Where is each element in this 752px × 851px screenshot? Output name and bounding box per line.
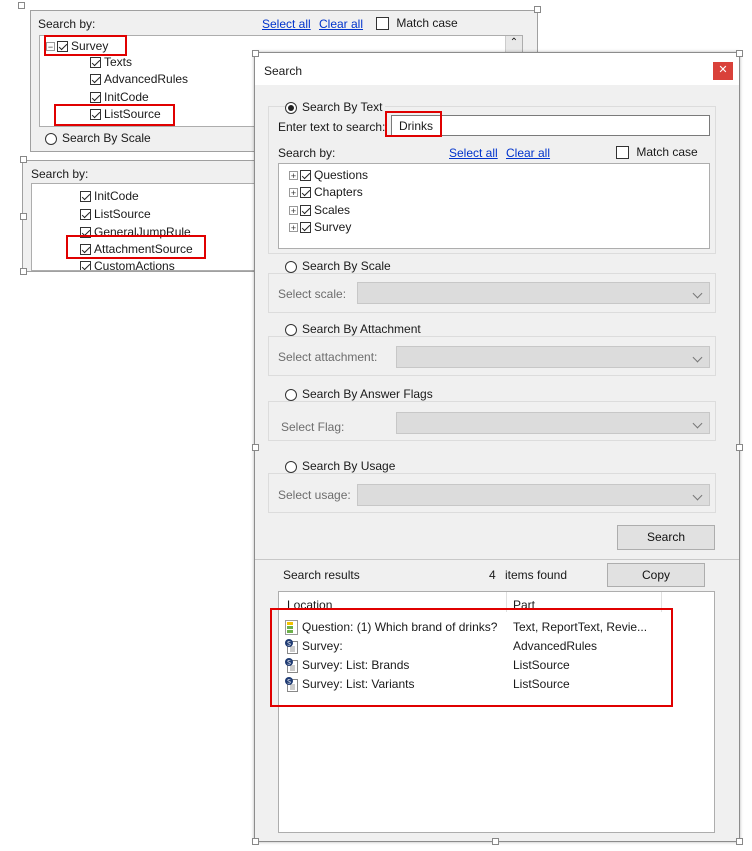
radio-button[interactable] <box>285 101 297 114</box>
radio-button[interactable] <box>285 260 297 273</box>
search-by-usage-radio[interactable]: Search By Usage <box>285 459 399 473</box>
select-all-link[interactable]: Select all <box>449 146 498 160</box>
tree-item-initcode[interactable]: InitCode <box>80 188 139 204</box>
resize-handle[interactable] <box>736 444 743 451</box>
items-found-label: items found <box>505 568 568 582</box>
search-results-label: Search results <box>283 568 360 582</box>
search-by-tree: + Questions + Chapters + Scales + Survey <box>278 163 710 249</box>
select-attachment-label: Select attachment: <box>278 350 378 364</box>
resize-handle[interactable] <box>20 156 27 163</box>
dialog-title: Search <box>264 64 303 78</box>
clear-all-link[interactable]: Clear all <box>319 17 363 31</box>
match-case-checkbox[interactable]: Match case <box>376 16 458 31</box>
tree-item-questions[interactable]: + Questions <box>289 167 368 183</box>
search-by-attachment-label: Search By Attachment <box>302 322 421 336</box>
resize-handle[interactable] <box>736 50 743 57</box>
match-case-checkbox[interactable]: Match case <box>616 145 698 160</box>
checkbox-box[interactable] <box>376 17 389 31</box>
search-by-text-label: Search By Text <box>302 100 383 114</box>
resize-handle[interactable] <box>492 838 499 845</box>
close-icon: ✕ <box>718 64 728 76</box>
radio-button[interactable] <box>285 323 297 336</box>
tree-item-initcode[interactable]: InitCode <box>90 89 149 105</box>
items-count: 4 <box>489 568 496 582</box>
checkbox[interactable] <box>300 205 311 217</box>
expand-icon[interactable]: + <box>289 223 298 233</box>
select-scale-label: Select scale: <box>278 287 347 301</box>
search-by-answer-flags-radio[interactable]: Search By Answer Flags <box>285 387 436 401</box>
search-button[interactable]: Search <box>617 525 715 550</box>
tree-item-scales[interactable]: + Scales <box>289 202 350 218</box>
highlight-results <box>270 608 673 707</box>
tree-item-chapters[interactable]: + Chapters <box>289 184 363 200</box>
search-by-scale-radio[interactable]: Search By Scale <box>285 259 394 273</box>
checkbox[interactable] <box>300 170 311 182</box>
divider <box>255 559 739 560</box>
checkbox[interactable] <box>80 261 91 270</box>
scroll-up-button[interactable]: ⌃ <box>505 36 522 52</box>
resize-handle[interactable] <box>736 838 743 845</box>
search-by-scale-radio[interactable]: Search By Scale <box>45 131 151 145</box>
search-by-text-radio[interactable]: Search By Text <box>285 100 386 114</box>
expand-icon[interactable]: + <box>289 171 298 181</box>
select-attachment-dropdown[interactable] <box>396 346 710 368</box>
search-dialog: Search ✕ Search By Text Enter text to se… <box>254 52 740 842</box>
search-by-label: Search by: <box>278 146 336 160</box>
select-scale-dropdown[interactable] <box>357 282 710 304</box>
checkbox[interactable] <box>80 191 91 203</box>
highlight-listsource <box>54 104 175 126</box>
highlight-survey <box>44 35 127 56</box>
select-flag-label: Select Flag: <box>281 420 345 434</box>
copy-button[interactable]: Copy <box>607 563 705 587</box>
select-usage-dropdown[interactable] <box>357 484 710 506</box>
resize-handle[interactable] <box>252 50 259 57</box>
resize-handle[interactable] <box>20 268 27 275</box>
radio-button[interactable] <box>45 132 57 145</box>
resize-handle[interactable] <box>252 838 259 845</box>
tree-item-advancedrules[interactable]: AdvancedRules <box>90 71 188 87</box>
resize-handle[interactable] <box>534 6 541 13</box>
search-by-answer-flags-label: Search By Answer Flags <box>302 387 433 401</box>
close-button[interactable]: ✕ <box>713 62 733 80</box>
tree-item-listsource[interactable]: ListSource <box>80 206 151 222</box>
checkbox[interactable] <box>300 222 311 234</box>
resize-handle[interactable] <box>252 444 259 451</box>
match-case-label: Match case <box>396 16 458 30</box>
chevron-down-icon <box>692 288 703 299</box>
radio-button[interactable] <box>285 460 297 473</box>
tree-item-texts[interactable]: Texts <box>90 54 132 70</box>
checkbox[interactable] <box>90 92 101 104</box>
checkbox[interactable] <box>90 57 101 69</box>
radio-button[interactable] <box>285 388 297 401</box>
search-by-usage-label: Search By Usage <box>302 459 396 473</box>
checkbox-box[interactable] <box>616 146 629 160</box>
search-by-scale-label: Search By Scale <box>62 131 151 145</box>
search-by-scale-label: Search By Scale <box>302 259 391 273</box>
clear-all-link[interactable]: Clear all <box>506 146 550 160</box>
match-case-label: Match case <box>636 145 698 159</box>
select-all-link[interactable]: Select all <box>262 17 311 31</box>
tree-item-customactions[interactable]: CustomActions <box>80 258 175 270</box>
chevron-down-icon <box>692 418 703 429</box>
resize-handle[interactable] <box>18 2 25 9</box>
chevron-down-icon <box>692 490 703 501</box>
search-by-label: Search by: <box>38 17 96 31</box>
highlight-attachmentsource <box>66 235 206 259</box>
expand-icon[interactable]: + <box>289 206 298 216</box>
checkbox[interactable] <box>300 187 311 199</box>
title-bar[interactable]: Search ✕ <box>255 53 739 85</box>
search-by-attachment-radio[interactable]: Search By Attachment <box>285 322 424 336</box>
search-by-label: Search by: <box>31 167 89 181</box>
chevron-down-icon <box>692 352 703 363</box>
checkbox[interactable] <box>90 74 101 86</box>
checkbox[interactable] <box>80 209 91 221</box>
select-flag-dropdown[interactable] <box>396 412 710 434</box>
enter-text-label: Enter text to search: <box>278 120 386 134</box>
resize-handle[interactable] <box>20 213 27 220</box>
tree-item-survey[interactable]: + Survey <box>289 219 351 235</box>
expand-icon[interactable]: + <box>289 188 298 198</box>
highlight-search-text <box>385 111 442 137</box>
select-usage-label: Select usage: <box>278 488 351 502</box>
